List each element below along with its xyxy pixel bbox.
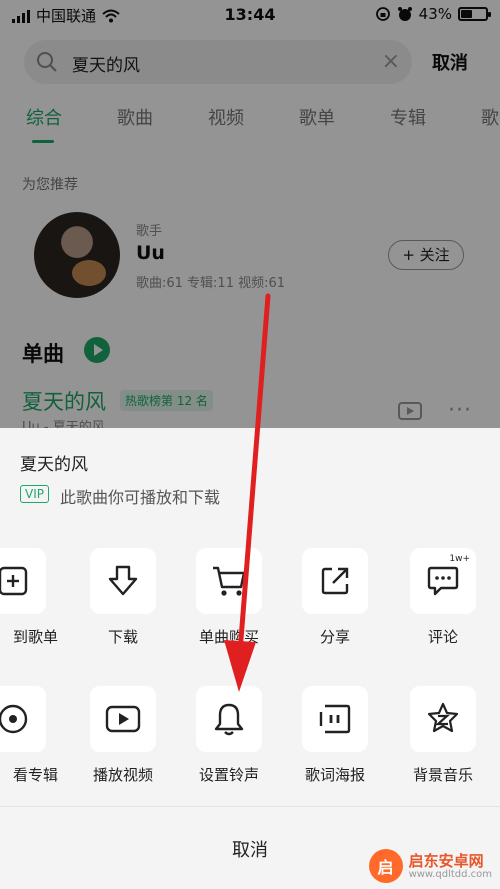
share-label: 分享 [319,628,350,646]
buy-single-label: 单曲购买 [198,628,259,646]
comment-icon [427,566,459,596]
lyrics-poster-button[interactable]: 歌词海报 [290,686,380,785]
comment-count-badge: 1w+ [449,554,470,564]
add-square-icon [0,566,28,596]
watermark-name: 启东安卓网 [408,851,484,870]
share-icon [321,567,349,595]
download-label: 下载 [107,628,138,646]
album-icon [0,704,28,734]
play-video-icon [105,705,141,733]
background-music-icon [427,702,459,733]
share-button[interactable]: 分享 [290,548,380,647]
add-to-playlist-button[interactable]: 到歌单 [0,548,58,647]
vip-badge: VIP [20,485,49,503]
cart-icon [213,566,246,596]
bell-icon [214,703,244,736]
comment-label: 评论 [427,628,458,646]
lyrics-poster-icon [319,704,351,734]
watermark-url: www.qdltdd.com [408,868,492,880]
view-album-label: 看专辑 [12,766,58,784]
background-music-label: 背景音乐 [412,766,473,784]
sheet-divider [0,806,500,807]
site-watermark: 启 启东安卓网 www.qdltdd.com [368,849,492,883]
buy-single-button[interactable]: 单曲购买 [184,548,274,647]
comment-button[interactable]: 1w+ 评论 [398,548,488,647]
song-action-sheet: 夏天的风 VIP 此歌曲你可播放和下载 到歌单 下载 单曲购买 分享 1w+ 评… [0,428,500,889]
sheet-song-title: 夏天的风 [20,455,88,475]
download-button[interactable]: 下载 [78,548,168,647]
add-to-playlist-label: 到歌单 [12,628,58,646]
play-video-button[interactable]: 播放视频 [78,686,168,785]
view-album-button[interactable]: 看专辑 [0,686,58,785]
vip-notice: 此歌曲你可播放和下载 [60,488,221,507]
set-ringtone-button[interactable]: 设置铃声 [184,686,274,785]
background-music-button[interactable]: 背景音乐 [398,686,488,785]
play-video-label: 播放视频 [92,766,153,784]
lyrics-poster-label: 歌词海报 [304,766,365,784]
download-icon [108,565,138,596]
watermark-logo: 启 [368,849,403,883]
set-ringtone-label: 设置铃声 [198,766,259,784]
